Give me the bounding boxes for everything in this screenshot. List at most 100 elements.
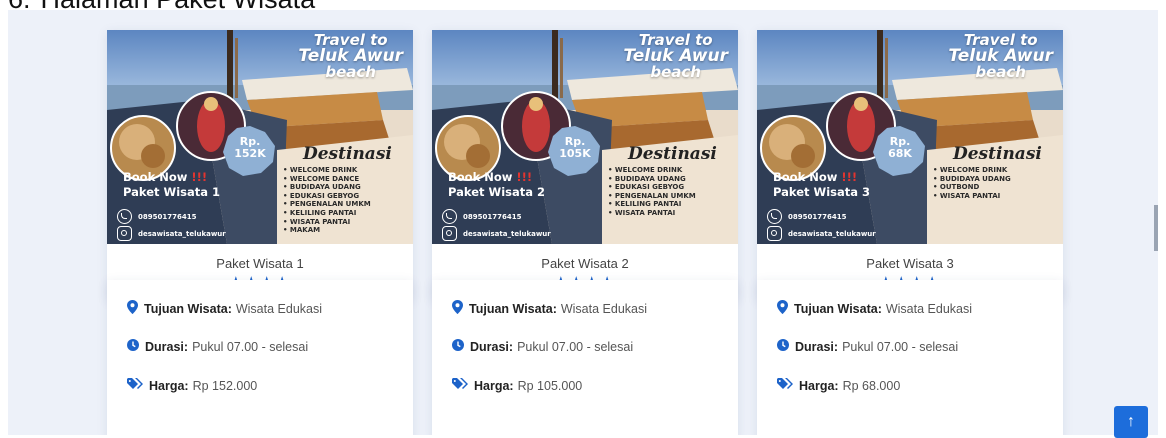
instagram-icon [117,226,132,241]
poster-phone: 089501776415 [117,209,196,224]
poster-title-line: beach [325,63,376,81]
poster-destination-item: MAKAM [283,226,371,235]
poster-price-badge: Rp. 68K [875,136,925,160]
tujuan-value: Wisata Edukasi [235,301,323,316]
poster-book-now: Book Now !!! Paket Wisata 3 [773,170,870,200]
package-details-panel: Tujuan Wisata: Wisata Edukasi Durasi: Pu… [432,280,738,435]
harga-label: Harga: [799,378,839,393]
poster-instagram-text: desawisata_telukawur [463,229,551,238]
poster-destination-item: OUTBOND [933,183,1011,192]
poster-destination-item: WISATA PANTAI [608,209,696,218]
tujuan-value: Wisata Edukasi [885,301,973,316]
tags-icon [127,378,143,393]
poster-phone-text: 089501776415 [463,212,522,221]
poster-instagram: desawisata_telukawur [767,226,876,241]
poster-destinasi-heading: Destinasi [303,144,392,164]
tujuan-row: Tujuan Wisata: Wisata Edukasi [452,300,647,317]
poster-title-line: beach [975,63,1026,81]
tujuan-row: Tujuan Wisata: Wisata Edukasi [777,300,972,317]
poster-instagram: desawisata_telukawur [442,226,551,241]
tags-icon [777,378,793,393]
tujuan-label: Tujuan Wisata: [794,301,882,316]
package-page-screenshot: Travel to Teluk Awur beach Rp. 152K Dest… [8,10,1158,435]
harga-value: Rp 105.000 [517,378,583,393]
poster-book-now: Book Now !!! Paket Wisata 1 [123,170,220,200]
poster-book-now-text: Book Now [773,170,838,184]
durasi-row: Durasi: Pukul 07.00 - selesai [127,339,308,354]
package-card[interactable]: Travel to Teluk Awur beach Rp. 68K Desti… [757,30,1063,300]
poster-title-line: beach [650,63,701,81]
durasi-value: Pukul 07.00 - selesai [842,339,959,354]
poster-destination-item: WELCOME DRINK [933,166,1011,175]
durasi-label: Durasi: [795,339,839,354]
poster-destination-item: WELCOME DRINK [608,166,696,175]
tujuan-label: Tujuan Wisata: [144,301,232,316]
poster-destination-item: BUDIDAYA UDANG [608,175,696,184]
whatsapp-icon [117,209,132,224]
clock-icon [777,339,789,354]
durasi-label: Durasi: [470,339,514,354]
harga-label: Harga: [474,378,514,393]
poster-title: Travel to Teluk Awur beach [298,33,403,80]
package-name: Paket Wisata 1 [216,256,304,271]
durasi-row: Durasi: Pukul 07.00 - selesai [452,339,633,354]
poster-destination-item: WISATA PANTAI [283,218,371,227]
poster-exclaim: !!! [191,170,208,184]
package-details-panel: Tujuan Wisata: Wisata Edukasi Durasi: Pu… [757,280,1063,435]
poster-destination-list: WELCOME DRINKBUDIDAYA UDANGEDUKASI GEBYO… [608,166,696,218]
poster-destination-item: EDUKASI GEBYOG [283,192,371,201]
durasi-value: Pukul 07.00 - selesai [192,339,309,354]
poster-destination-item: PENGENALAN UMKM [283,200,371,209]
poster-destination-item: WISATA PANTAI [933,192,1011,201]
poster-destinasi-heading: Destinasi [628,144,717,164]
arrow-up-icon: ↑ [1127,413,1135,430]
poster-destination-item: PENGENALAN UMKM [608,192,696,201]
instagram-icon [442,226,457,241]
poster-title: Travel to Teluk Awur beach [623,33,728,80]
poster-destination-item: KELILING PANTAI [608,200,696,209]
map-pin-icon [127,300,138,317]
instagram-icon [767,226,782,241]
package-poster-image: Travel to Teluk Awur beach Rp. 68K Desti… [757,30,1063,244]
tujuan-label: Tujuan Wisata: [469,301,557,316]
poster-package-label: Paket Wisata 2 [448,185,546,199]
package-card[interactable]: Travel to Teluk Awur beach Rp. 152K Dest… [107,30,413,300]
harga-value: Rp 68.000 [842,378,901,393]
poster-destination-item: WELCOME DRINK [283,166,371,175]
map-pin-icon [452,300,463,317]
tags-icon [452,378,468,393]
poster-destination-item: WELCOME DANCE [283,175,371,184]
poster-price-value: 152K [234,147,266,160]
poster-instagram-text: desawisata_telukawur [138,229,226,238]
poster-destination-list: WELCOME DRINKBUDIDAYA UDANGOUTBONDWISATA… [933,166,1011,200]
poster-destination-item: EDUKASI GEBYOG [608,183,696,192]
scrollbar-thumb[interactable] [1154,205,1158,251]
poster-package-label: Paket Wisata 3 [773,185,871,199]
scroll-to-top-button[interactable]: ↑ [1114,406,1148,438]
package-name: Paket Wisata 3 [866,256,954,271]
whatsapp-icon [767,209,782,224]
harga-row: Harga: Rp 105.000 [452,378,582,393]
poster-phone-text: 089501776415 [138,212,197,221]
poster-price-badge: Rp. 152K [225,136,275,160]
poster-book-now-text: Book Now [448,170,513,184]
package-card[interactable]: Travel to Teluk Awur beach Rp. 105K Dest… [432,30,738,300]
tujuan-row: Tujuan Wisata: Wisata Edukasi [127,300,322,317]
poster-destination-item: BUDIDAYA UDANG [933,175,1011,184]
poster-instagram: desawisata_telukawur [117,226,226,241]
harga-label: Harga: [149,378,189,393]
harga-value: Rp 152.000 [192,378,258,393]
clock-icon [452,339,464,354]
poster-phone: 089501776415 [442,209,521,224]
clock-icon [127,339,139,354]
poster-instagram-text: desawisata_telukawur [788,229,876,238]
package-poster-image: Travel to Teluk Awur beach Rp. 152K Dest… [107,30,413,244]
poster-title: Travel to Teluk Awur beach [948,33,1053,80]
package-poster-image: Travel to Teluk Awur beach Rp. 105K Dest… [432,30,738,244]
poster-exclaim: !!! [516,170,533,184]
poster-price-badge: Rp. 105K [550,136,600,160]
poster-price-value: 105K [559,147,591,160]
poster-destination-item: BUDIDAYA UDANG [283,183,371,192]
map-pin-icon [777,300,788,317]
package-details-panel: Tujuan Wisata: Wisata Edukasi Durasi: Pu… [107,280,413,435]
